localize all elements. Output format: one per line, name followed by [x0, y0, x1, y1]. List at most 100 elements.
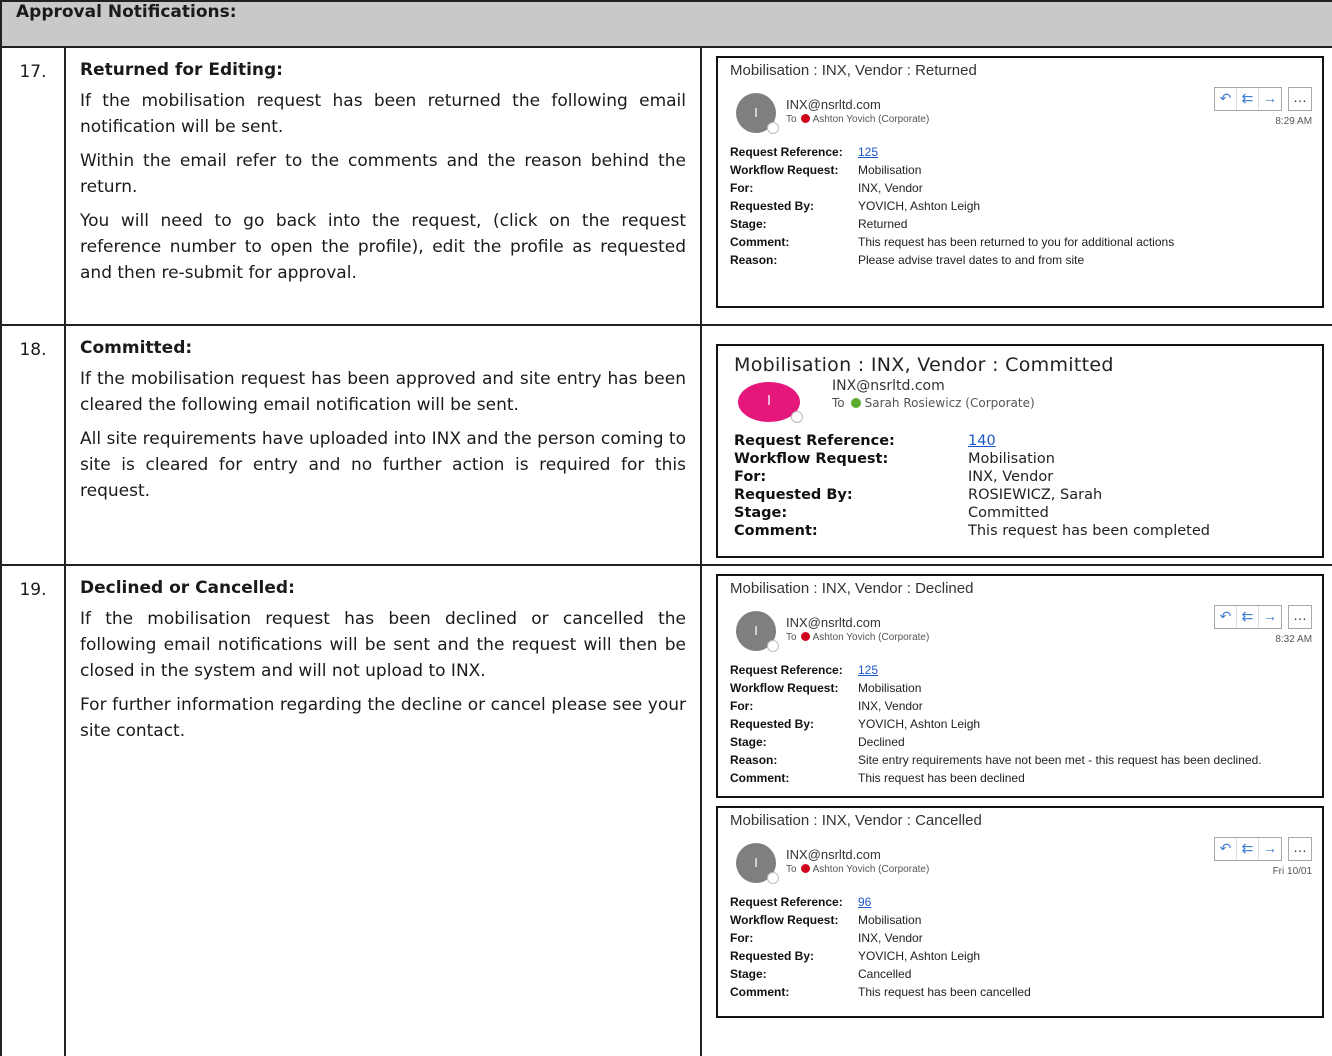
presence-icon: [791, 411, 803, 423]
field-label: Workflow Request:: [730, 681, 839, 695]
field-value: Mobilisation: [968, 451, 1055, 467]
presence-icon: [767, 872, 779, 884]
field-label: For:: [730, 699, 754, 713]
email-field-row: Comment: This request has been cancelled: [730, 983, 1322, 1001]
email-field-row: Stage: Declined: [730, 733, 1322, 751]
step-text-cell: Committed: If the mobilisation request h…: [64, 324, 702, 566]
approval-notifications-table: Approval Notifications: 17. Returned for…: [0, 0, 1332, 1056]
email-field-row: Comment: This request has been completed: [734, 522, 1322, 540]
field-label: Workflow Request:: [730, 163, 839, 177]
avatar-initial: I: [754, 105, 758, 120]
email-field-row: For: INX, Vendor: [730, 179, 1322, 197]
email-field-row: Requested By: ROSIEWICZ, Sarah: [734, 486, 1322, 504]
field-value: This request has been declined: [858, 771, 1025, 785]
reply-all-icon[interactable]: ⇇: [1237, 606, 1260, 628]
field-value: INX, Vendor: [858, 699, 923, 713]
reply-icon[interactable]: ↶: [1215, 838, 1238, 860]
step-title: Committed:: [80, 338, 193, 358]
to-recipient[interactable]: Sarah Rosiewicz (Corporate): [865, 396, 1035, 410]
field-label: Requested By:: [730, 949, 815, 963]
email-header: I INX@nsrltd.com To Ashton Yovich (Corpor…: [718, 79, 1322, 141]
reply-icon[interactable]: ↶: [1215, 606, 1238, 628]
field-label: Requested By:: [730, 199, 815, 213]
field-value: Declined: [858, 735, 905, 749]
email-field-row: Request Reference: 125: [730, 143, 1322, 161]
field-label: Comment:: [734, 523, 818, 539]
step-number: 18.: [0, 324, 66, 566]
step-paragraph: For further information regarding the de…: [80, 695, 686, 741]
to-recipient[interactable]: Ashton Yovich (Corporate): [813, 114, 930, 125]
email-returned: Mobilisation : INX, Vendor : Returned I …: [716, 56, 1325, 308]
step-number: 17.: [0, 46, 66, 326]
field-value: Returned: [858, 217, 908, 231]
email-subject: Mobilisation : INX, Vendor : Committed: [734, 354, 1114, 376]
request-reference-link[interactable]: 140: [968, 432, 996, 450]
email-field-row: Workflow Request: Mobilisation: [730, 679, 1322, 697]
email-field-row: Reason: Please advise travel dates to and…: [730, 251, 1322, 269]
email-actions: ↶ ⇇ → …: [1214, 837, 1313, 861]
email-from[interactable]: INX@nsrltd.com: [786, 615, 881, 630]
field-label: Comment:: [730, 985, 790, 999]
email-field-row: Comment: This request has been returned t…: [730, 233, 1322, 251]
step-row-19: 19. Declined or Cancelled: If the mobili…: [0, 564, 1332, 1056]
email-to: To Ashton Yovich (Corporate): [786, 864, 929, 875]
field-label: For:: [730, 931, 754, 945]
email-field-row: For: INX, Vendor: [730, 697, 1322, 715]
request-reference-link[interactable]: 125: [858, 143, 878, 161]
avatar-initial: I: [767, 394, 771, 409]
email-subject: Mobilisation : INX, Vendor : Cancelled: [730, 812, 982, 829]
avatar: I: [736, 93, 779, 134]
more-icon[interactable]: …: [1288, 837, 1313, 861]
busy-status-icon: [800, 632, 810, 641]
more-icon[interactable]: …: [1288, 605, 1313, 629]
reply-all-icon[interactable]: ⇇: [1237, 88, 1260, 110]
step-text-cell: Returned for Editing: If the mobilisatio…: [64, 46, 702, 326]
field-value: This request has been returned to you fo…: [858, 235, 1175, 249]
step-text-cell: Declined or Cancelled: If the mobilisati…: [64, 564, 702, 1056]
table-header-row: Approval Notifications:: [0, 0, 1332, 48]
email-header: I INX@nsrltd.com To Ashton Yovich (Corpor…: [718, 597, 1322, 659]
email-field-row: Comment: This request has been declined: [730, 769, 1322, 787]
email-field-row: Stage: Cancelled: [730, 965, 1322, 983]
field-value: Mobilisation: [858, 163, 922, 177]
field-value: YOVICH, Ashton Leigh: [858, 199, 981, 213]
forward-icon[interactable]: →: [1259, 606, 1281, 628]
email-from[interactable]: INX@nsrltd.com: [832, 378, 945, 394]
field-label: Stage:: [734, 505, 788, 521]
email-header: I INX@nsrltd.com To Ashton Yovich (Corpor…: [718, 829, 1322, 891]
request-reference-link[interactable]: 125: [858, 661, 878, 679]
field-value: Committed: [968, 505, 1049, 521]
reply-all-icon[interactable]: ⇇: [1237, 838, 1260, 860]
field-label: Workflow Request:: [730, 913, 839, 927]
step-title: Returned for Editing:: [80, 60, 283, 80]
email-from[interactable]: INX@nsrltd.com: [786, 847, 881, 862]
email-field-row: Reason: Site entry requirements have not …: [730, 751, 1322, 769]
forward-icon[interactable]: →: [1259, 88, 1281, 110]
request-reference-link[interactable]: 96: [858, 893, 871, 911]
step-paragraph: You will need to go back into the reques…: [80, 211, 686, 283]
email-field-row: Stage: Returned: [730, 215, 1322, 233]
email-fields: Request Reference: 96 Workflow Request: Mob…: [718, 891, 1322, 1005]
field-label: Requested By:: [734, 487, 853, 503]
field-value: Cancelled: [858, 967, 912, 981]
forward-icon[interactable]: →: [1259, 838, 1281, 860]
reply-icon[interactable]: ↶: [1215, 88, 1238, 110]
to-recipient[interactable]: Ashton Yovich (Corporate): [813, 632, 930, 643]
email-actions: ↶ ⇇ → …: [1214, 87, 1313, 111]
email-fields: Request Reference: 125 Workflow Request: Mo…: [718, 659, 1322, 791]
email-subject: Mobilisation : INX, Vendor : Returned: [730, 62, 977, 79]
email-to: To Ashton Yovich (Corporate): [786, 114, 929, 125]
email-screenshot-cell: Mobilisation : INX, Vendor : Returned I …: [699, 46, 1332, 326]
more-icon[interactable]: …: [1288, 87, 1313, 111]
field-value: This request has been completed: [968, 523, 1210, 539]
avatar-initial: I: [754, 855, 758, 870]
email-field-row: For: INX, Vendor: [730, 929, 1322, 947]
to-prefix: To: [832, 396, 845, 410]
avatar-initial: I: [754, 623, 758, 638]
email-screenshot-cell: Mobilisation : INX, Vendor : Declined I …: [699, 564, 1332, 1056]
field-value: Please advise travel dates to and from s…: [858, 253, 1085, 267]
to-recipient[interactable]: Ashton Yovich (Corporate): [813, 864, 930, 875]
email-from[interactable]: INX@nsrltd.com: [786, 97, 881, 112]
field-label: Workflow Request:: [734, 451, 889, 467]
email-field-row: Request Reference: 96: [730, 893, 1322, 911]
